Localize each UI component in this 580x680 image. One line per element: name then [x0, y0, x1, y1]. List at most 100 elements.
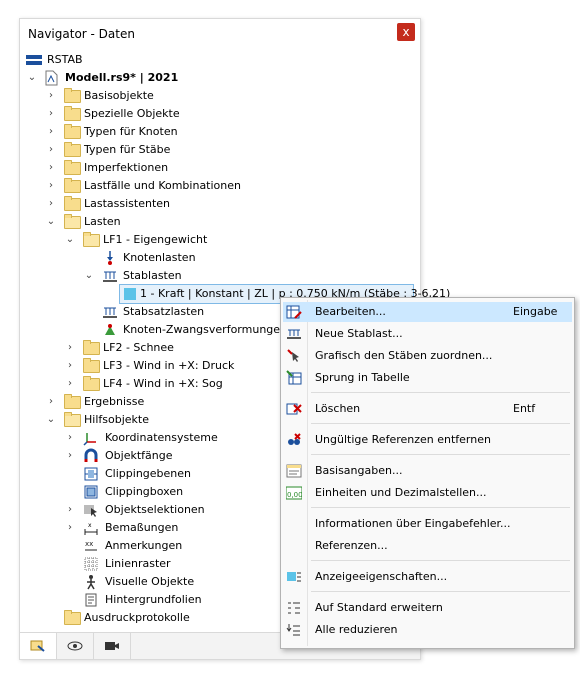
comment-icon: xx [83, 538, 99, 554]
close-button[interactable]: x [397, 23, 415, 41]
tree-item-basisobjekte[interactable]: › Basisobjekte [20, 87, 418, 105]
display-properties-icon [286, 569, 302, 585]
window-title: Navigator - Daten [28, 27, 135, 41]
tree-item-knotenlasten[interactable]: Knotenlasten [20, 249, 418, 267]
delete-icon [286, 401, 302, 417]
folder-icon [83, 340, 100, 355]
tree-item-lastfaelle[interactable]: › Lastfälle und Kombinationen [20, 177, 418, 195]
menu-label: Alle reduzieren [315, 623, 398, 636]
folder-icon [64, 610, 81, 625]
menu-label: Bearbeiten... [315, 305, 386, 318]
magnet-icon [83, 448, 99, 464]
tree-label: Modell.rs9* | 2021 [65, 71, 179, 84]
tree-item-rstab[interactable]: RSTAB [20, 51, 418, 69]
tree-label: Knoten-Zwangsverformungen [123, 323, 288, 336]
eye-icon [67, 641, 83, 658]
menu-item-sprung-tabelle[interactable]: Sprung in Tabelle [283, 368, 572, 388]
tree-label: Basisobjekte [84, 89, 154, 102]
tree-label: Knotenlasten [123, 251, 196, 264]
chevron-right-icon[interactable]: › [45, 395, 57, 409]
chevron-right-icon[interactable]: › [45, 161, 57, 175]
tree-item-lasten[interactable]: ⌄ Lasten [20, 213, 418, 231]
menu-item-loeschen[interactable]: Löschen Entf [283, 399, 572, 419]
tree-item-imperfektionen[interactable]: › Imperfektionen [20, 159, 418, 177]
tree-label: Imperfektionen [84, 161, 169, 174]
chevron-right-icon[interactable]: › [64, 521, 76, 535]
menu-shortcut: Eingabe [513, 305, 558, 318]
tree-item-model[interactable]: ⌄ Modell.rs9* | 2021 [20, 69, 418, 87]
menu-item-bearbeiten[interactable]: Bearbeiten... Eingabe [283, 302, 572, 322]
tree-label: Objektselektionen [105, 503, 205, 516]
tree-label: Lastassistenten [84, 197, 171, 210]
tree-item-stablasten[interactable]: ⌄ Stablasten [20, 267, 418, 285]
chevron-right-icon[interactable]: › [64, 377, 76, 391]
chevron-right-icon[interactable]: › [64, 359, 76, 373]
chevron-right-icon[interactable]: › [45, 89, 57, 103]
chevron-down-icon[interactable]: ⌄ [45, 413, 57, 427]
chevron-right-icon[interactable]: › [64, 503, 76, 517]
menu-item-anzeigeeigenschaften[interactable]: Anzeigeeigenschaften... [283, 567, 572, 587]
chevron-down-icon[interactable]: ⌄ [64, 233, 76, 247]
chevron-right-icon[interactable]: › [64, 449, 76, 463]
rstab-logo-icon [26, 52, 42, 68]
jump-table-icon [286, 370, 302, 386]
tree-label: Stabsatzlasten [123, 305, 205, 318]
tab-data[interactable] [20, 633, 57, 659]
folder-icon [64, 394, 81, 409]
chevron-right-icon[interactable]: › [45, 197, 57, 211]
menu-label: Informationen über Eingabefehler... [315, 517, 511, 530]
menu-item-einheiten[interactable]: 0,00 Einheiten und Dezimalstellen... [283, 483, 572, 503]
folder-icon [64, 106, 81, 121]
clipping-plane-icon [83, 466, 99, 482]
menu-item-auf-standard-erweitern[interactable]: Auf Standard erweitern [283, 598, 572, 618]
assign-cursor-icon [286, 348, 302, 364]
chevron-right-icon[interactable]: › [45, 107, 57, 121]
folder-open-icon [64, 214, 81, 229]
tree-label: Anmerkungen [105, 539, 183, 552]
menu-item-grafisch[interactable]: Grafisch den Stäben zuordnen... [283, 346, 572, 366]
menu-separator [311, 507, 570, 508]
folder-icon [83, 376, 100, 391]
model-file-icon [43, 70, 59, 86]
chevron-right-icon[interactable]: › [64, 431, 76, 445]
tree-label: Clippingboxen [105, 485, 184, 498]
menu-label: Löschen [315, 402, 361, 415]
node-load-icon [102, 250, 118, 266]
tree-label: Objektfänge [105, 449, 173, 462]
person-icon [83, 574, 99, 590]
menu-item-ungueltige-referenzen[interactable]: Ungültige Referenzen entfernen [283, 430, 572, 450]
tree-item-spezielle-objekte[interactable]: › Spezielle Objekte [20, 105, 418, 123]
tree-item-typen-knoten[interactable]: › Typen für Knoten [20, 123, 418, 141]
tree-label: Hintergrundfolien [105, 593, 202, 606]
edit-table-icon [286, 304, 302, 320]
menu-item-alle-reduzieren[interactable]: Alle reduzieren [283, 620, 572, 640]
tab-video[interactable] [94, 633, 131, 659]
folder-open-icon [64, 412, 81, 427]
menu-label: Einheiten und Dezimalstellen... [315, 486, 487, 499]
tree-item-lastassistenten[interactable]: › Lastassistenten [20, 195, 418, 213]
menu-label: Auf Standard erweitern [315, 601, 443, 614]
menu-item-informationen[interactable]: Informationen über Eingabefehler... [283, 514, 572, 534]
chevron-right-icon[interactable]: › [45, 143, 57, 157]
menu-item-referenzen[interactable]: Referenzen... [283, 536, 572, 556]
menu-shortcut: Entf [513, 402, 536, 415]
tree-label: LF4 - Wind in +X: Sog [103, 377, 223, 390]
tab-view[interactable] [57, 633, 94, 659]
chevron-right-icon[interactable]: › [64, 341, 76, 355]
chevron-down-icon[interactable]: ⌄ [83, 269, 95, 283]
chevron-right-icon[interactable]: › [45, 179, 57, 193]
folder-icon [64, 124, 81, 139]
tree-label: Ausdruckprotokolle [84, 611, 190, 624]
menu-item-basisangaben[interactable]: Basisangaben... [283, 461, 572, 481]
tree-item-typen-staebe[interactable]: › Typen für Stäbe [20, 141, 418, 159]
chevron-right-icon[interactable]: › [45, 125, 57, 139]
imposed-deformation-icon [102, 322, 118, 338]
data-navigator-icon [30, 640, 46, 658]
menu-item-neue-stablast[interactable]: Neue Stablast... [283, 324, 572, 344]
chevron-down-icon[interactable]: ⌄ [45, 215, 57, 229]
dimension-icon: x [83, 520, 99, 536]
chevron-down-icon[interactable]: ⌄ [26, 71, 38, 85]
menu-separator [311, 454, 570, 455]
tree-item-lf1[interactable]: ⌄ LF1 - Eigengewicht [20, 231, 418, 249]
title-bar: Navigator - Daten x [20, 19, 420, 49]
